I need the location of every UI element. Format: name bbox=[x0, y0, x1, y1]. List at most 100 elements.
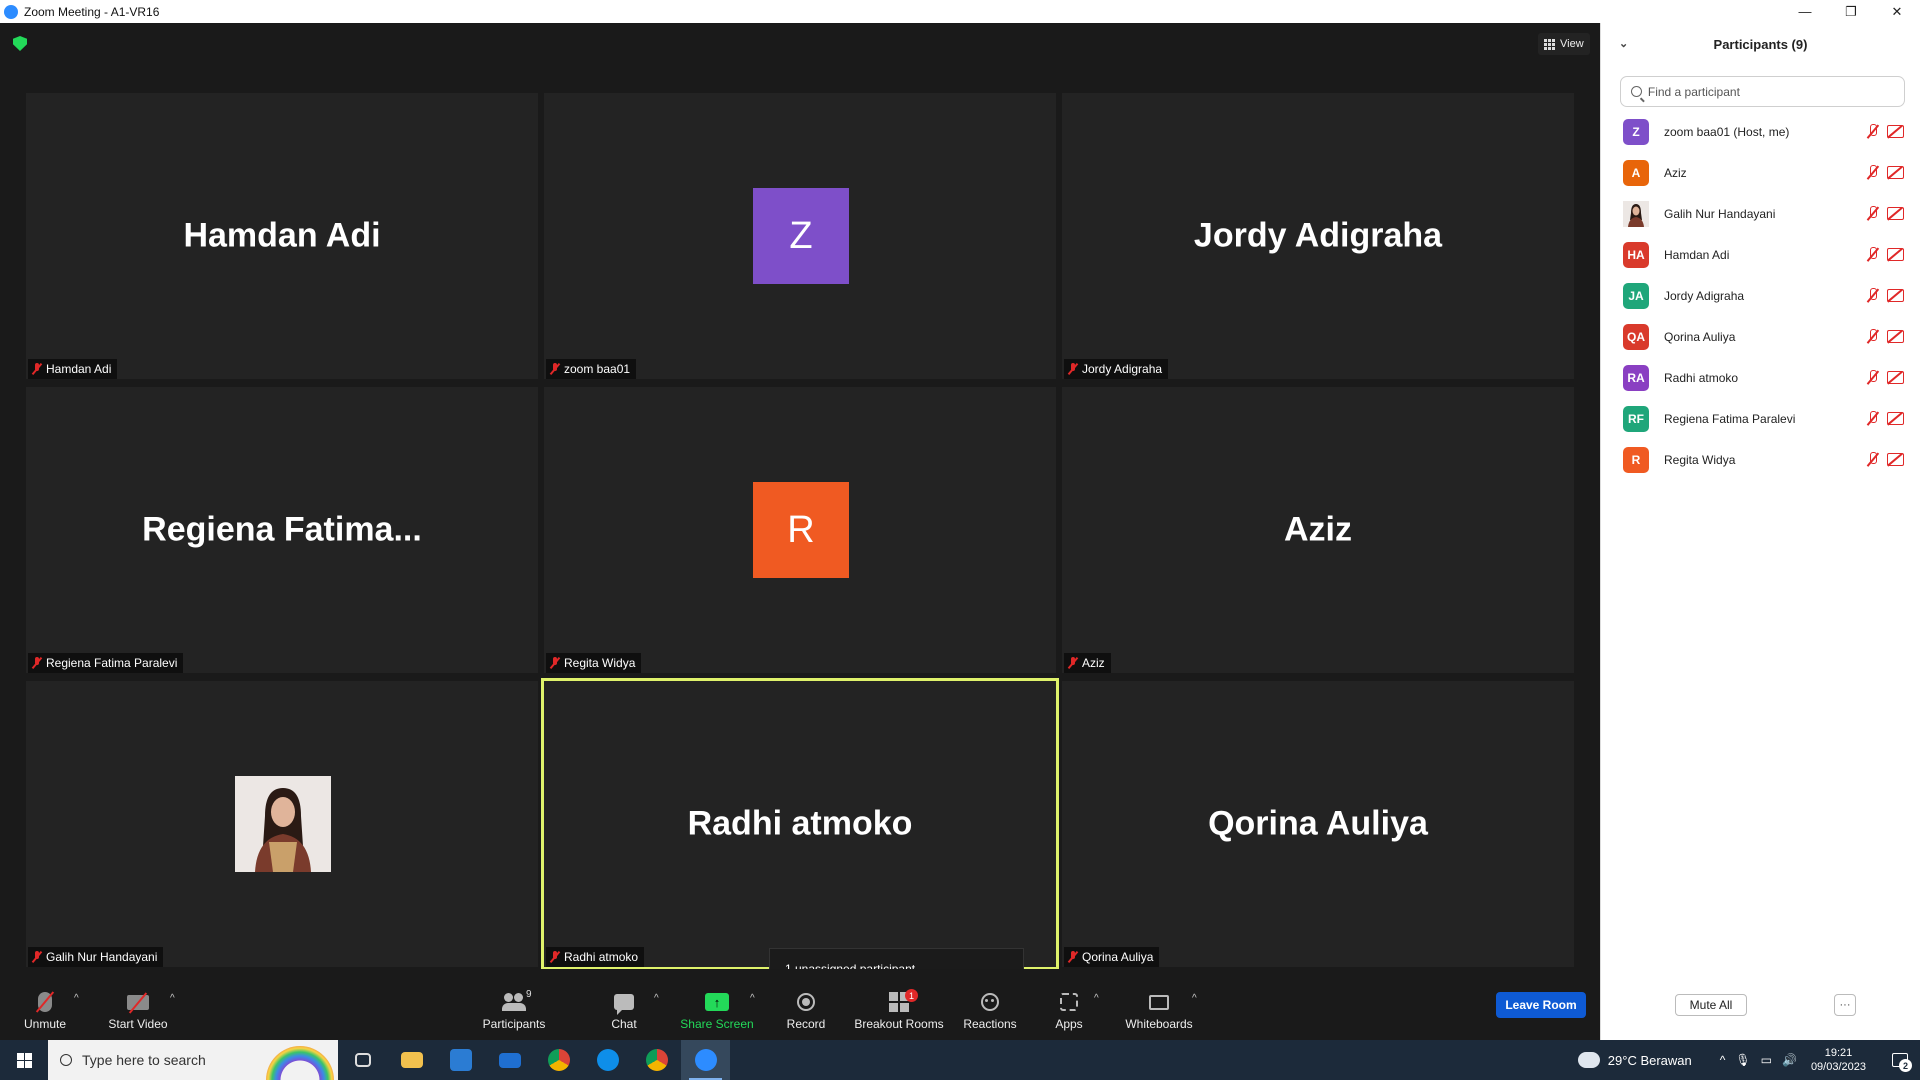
participants-button[interactable]: 9 Participants bbox=[469, 989, 559, 1035]
weather-cloud-icon[interactable] bbox=[1574, 1047, 1600, 1068]
participant-row[interactable]: Galih Nur Handayani bbox=[1601, 193, 1920, 234]
mic-muted-icon[interactable] bbox=[1867, 370, 1879, 385]
network-icon[interactable]: ▭ bbox=[1761, 1053, 1772, 1067]
profile-photo bbox=[235, 776, 331, 872]
participant-status-icons bbox=[1867, 247, 1904, 262]
video-tile-aziz[interactable]: Aziz Aziz bbox=[1062, 387, 1574, 673]
tile-name-label: Qorina Auliya bbox=[1082, 950, 1154, 964]
tile-name-label: Hamdan Adi bbox=[46, 362, 112, 376]
video-tile-regita-widya[interactable]: R Regita Widya bbox=[544, 387, 1056, 673]
leave-room-button[interactable]: Leave Room bbox=[1496, 992, 1586, 1018]
whiteboards-button[interactable]: Whiteboards bbox=[1114, 989, 1204, 1035]
taskbar-search[interactable]: Type here to search bbox=[48, 1040, 338, 1080]
store-button[interactable] bbox=[436, 1040, 485, 1080]
mic-muted-icon bbox=[32, 951, 42, 963]
share-screen-button[interactable]: ↑ Share Screen bbox=[672, 989, 762, 1035]
mic-muted-icon[interactable] bbox=[1867, 247, 1879, 262]
participant-row[interactable]: QA Qorina Auliya bbox=[1601, 316, 1920, 357]
chat-options-caret[interactable]: ^ bbox=[654, 993, 659, 1004]
apps-options-caret[interactable]: ^ bbox=[1094, 993, 1099, 1004]
participant-row[interactable]: Zzoom baa01 (Host, me) bbox=[1601, 111, 1920, 152]
participants-icon: 9 bbox=[502, 989, 532, 1011]
participant-status-icons bbox=[1867, 452, 1904, 467]
teamviewer-button[interactable] bbox=[583, 1040, 632, 1080]
participants-count: 9 bbox=[526, 989, 532, 1000]
tile-name-label: Aziz bbox=[1082, 656, 1105, 670]
tile-name-tag: Hamdan Adi bbox=[28, 359, 118, 379]
start-button[interactable] bbox=[0, 1040, 48, 1080]
folder-icon bbox=[400, 1052, 423, 1068]
video-options-caret[interactable]: ^ bbox=[170, 993, 175, 1004]
mic-muted-icon[interactable] bbox=[1867, 288, 1879, 303]
audio-options-caret[interactable]: ^ bbox=[74, 993, 79, 1004]
mic-muted-icon bbox=[1068, 951, 1078, 963]
apps-button[interactable]: Apps bbox=[1024, 989, 1114, 1035]
participant-search[interactable] bbox=[1620, 76, 1905, 107]
participant-row[interactable]: A Aziz bbox=[1601, 152, 1920, 193]
minimize-button[interactable]: — bbox=[1782, 0, 1828, 23]
microphone-icon[interactable]: 🎙 bbox=[1735, 1053, 1750, 1067]
whiteboard-icon bbox=[1149, 994, 1169, 1010]
tile-name-label: zoom baa01 bbox=[564, 362, 631, 376]
view-button[interactable]: View bbox=[1538, 33, 1590, 55]
video-tile-regiena-fatima-paralevi[interactable]: Regiena Fatima... Regiena Fatima Paralev… bbox=[26, 387, 538, 673]
video-tile-qorina-auliya[interactable]: Qorina Auliya Qorina Auliya bbox=[1062, 681, 1574, 967]
task-view-button[interactable] bbox=[338, 1040, 387, 1080]
restore-button[interactable]: ❐ bbox=[1828, 0, 1874, 23]
video-tile-galih-nur-handayani[interactable]: Galih Nur Handayani bbox=[26, 681, 538, 967]
participant-row[interactable]: JA Jordy Adigraha bbox=[1601, 275, 1920, 316]
mic-muted-icon[interactable] bbox=[1867, 124, 1879, 139]
more-options-button[interactable]: ··· bbox=[1834, 994, 1856, 1016]
clock-time: 19:21 bbox=[1824, 1047, 1853, 1059]
close-button[interactable]: ✕ bbox=[1874, 0, 1920, 23]
pinned-apps bbox=[338, 1040, 730, 1080]
mic-muted-icon bbox=[32, 363, 42, 375]
mute-all-button[interactable]: Mute All bbox=[1675, 994, 1747, 1016]
weather-text[interactable]: 29°C Berawan bbox=[1608, 1053, 1692, 1068]
reactions-button[interactable]: Reactions bbox=[945, 989, 1035, 1035]
share-options-caret[interactable]: ^ bbox=[750, 993, 755, 1004]
video-tile-jordy-adigraha[interactable]: Jordy Adigraha Jordy Adigraha bbox=[1062, 93, 1574, 379]
video-tile-radhi-atmoko-active-speaker[interactable]: Radhi atmoko Radhi atmoko bbox=[541, 678, 1059, 970]
participant-row[interactable]: R Regita Widya bbox=[1601, 439, 1920, 480]
participant-name: Jordy Adigraha bbox=[1664, 288, 1745, 303]
participant-list: Zzoom baa01 (Host, me) A Aziz Galih Nur Han… bbox=[1601, 111, 1920, 480]
mic-muted-icon[interactable] bbox=[1867, 206, 1879, 221]
video-off-icon bbox=[1887, 248, 1904, 261]
mic-muted-icon[interactable] bbox=[1867, 452, 1879, 467]
participant-status-icons bbox=[1867, 124, 1904, 139]
mic-muted-icon bbox=[550, 951, 560, 963]
participant-row[interactable]: HA Hamdan Adi bbox=[1601, 234, 1920, 275]
chrome-button[interactable] bbox=[534, 1040, 583, 1080]
apps-label: Apps bbox=[1055, 1017, 1083, 1031]
mic-muted-icon bbox=[1068, 657, 1078, 669]
record-button[interactable]: Record bbox=[761, 989, 851, 1035]
show-hidden-icons-chevron-icon[interactable]: ^ bbox=[1720, 1053, 1726, 1067]
video-off-icon bbox=[1887, 289, 1904, 302]
zoom-taskbar-button[interactable] bbox=[681, 1040, 730, 1080]
store-icon bbox=[449, 1049, 472, 1071]
video-tile-hamdan-adi[interactable]: Hamdan Adi Hamdan Adi bbox=[26, 93, 538, 379]
participant-search-input[interactable] bbox=[1647, 84, 1904, 99]
breakout-rooms-button[interactable]: 1 Breakout Rooms bbox=[853, 989, 945, 1035]
chrome-profile-button[interactable] bbox=[632, 1040, 681, 1080]
video-tile-zoom-baa01[interactable]: Z zoom baa01 bbox=[544, 93, 1056, 379]
collapse-panel-chevron-icon[interactable]: ⌄ bbox=[1619, 37, 1628, 50]
share-screen-label: Share Screen bbox=[680, 1017, 754, 1031]
mic-muted-icon[interactable] bbox=[1867, 411, 1879, 426]
record-label: Record bbox=[786, 1017, 826, 1031]
volume-icon[interactable]: 🔊 bbox=[1782, 1053, 1797, 1067]
encryption-shield-icon[interactable] bbox=[13, 36, 27, 51]
mail-button[interactable] bbox=[485, 1040, 534, 1080]
participant-row[interactable]: RA Radhi atmoko bbox=[1601, 357, 1920, 398]
participant-row[interactable]: RF Regiena Fatima Paralevi bbox=[1601, 398, 1920, 439]
notification-center-button[interactable]: 2 bbox=[1880, 1040, 1920, 1080]
whiteboard-options-caret[interactable]: ^ bbox=[1192, 993, 1197, 1004]
mic-muted-icon bbox=[1068, 363, 1078, 375]
record-icon bbox=[797, 993, 815, 1011]
clock[interactable]: 19:21 09/03/2023 bbox=[1811, 1046, 1866, 1074]
file-explorer-button[interactable] bbox=[387, 1040, 436, 1080]
mic-muted-icon[interactable] bbox=[1867, 329, 1879, 344]
mic-muted-icon[interactable] bbox=[1867, 165, 1879, 180]
whiteboards-label: Whiteboards bbox=[1125, 1017, 1193, 1031]
